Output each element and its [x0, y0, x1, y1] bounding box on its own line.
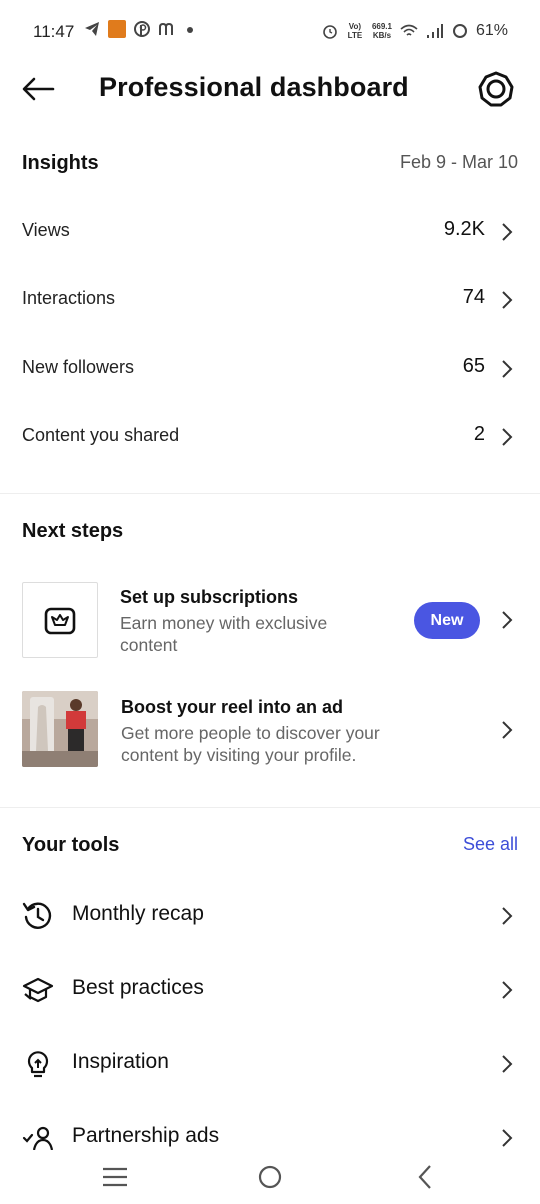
chevron-left-icon — [418, 1165, 431, 1189]
lightbulb-icon — [27, 1051, 49, 1078]
insight-label: Content you shared — [22, 425, 180, 445]
insight-row-views[interactable]: Views 9.2K — [0, 202, 540, 262]
chevron-right-icon — [502, 981, 513, 999]
settings-button[interactable] — [477, 70, 515, 108]
page-title: Professional dashboard — [99, 72, 409, 102]
crown-icon — [44, 607, 76, 635]
wifi-icon — [400, 24, 418, 36]
chevron-right-icon — [502, 428, 513, 446]
insight-value: 2 — [473, 423, 485, 445]
alarm-icon — [323, 25, 337, 39]
recent-apps-button[interactable] — [100, 1162, 130, 1192]
tool-label: Best practices — [72, 976, 204, 999]
history-icon — [22, 902, 52, 929]
dot-icon — [187, 27, 193, 33]
status-bar: 11:47 Vo) LTE 669.1 KB/s 61% — [0, 0, 540, 62]
chevron-right-icon — [502, 1129, 513, 1147]
network-speed: 669.1 KB/s — [372, 22, 392, 40]
mastodon-m-icon — [159, 22, 173, 35]
section-divider — [0, 493, 540, 494]
reel-thumbnail — [22, 691, 98, 767]
reel-thumbnail-image — [22, 691, 98, 767]
gear-icon — [478, 71, 514, 107]
date-range[interactable]: Feb 9 - Mar 10 — [400, 152, 518, 173]
notification-icons — [84, 20, 194, 38]
volte-indicator: Vo) LTE — [347, 22, 363, 40]
see-all-link[interactable]: See all — [463, 834, 518, 855]
insight-value: 65 — [462, 355, 485, 377]
section-divider — [0, 807, 540, 808]
tool-label: Inspiration — [72, 1050, 169, 1073]
app-notification-icon — [108, 20, 126, 38]
step-title: Boost your reel into an ad — [121, 697, 344, 717]
insight-value: 9.2K — [443, 218, 485, 240]
chevron-right-icon — [502, 360, 513, 378]
tool-best-practices[interactable]: Best practices — [0, 960, 540, 1020]
back-button[interactable] — [20, 74, 56, 104]
insight-row-content-shared[interactable]: Content you shared 2 — [0, 407, 540, 467]
chevron-right-icon — [502, 611, 513, 629]
circle-home-icon — [258, 1165, 282, 1189]
insight-label: Interactions — [22, 288, 116, 308]
insight-value: 74 — [462, 286, 485, 308]
network-speed-unit: KB/s — [372, 31, 392, 40]
step-description: Earn money with exclusive content — [120, 613, 328, 655]
system-navigation-bar — [0, 1150, 540, 1204]
insight-label: Views — [22, 220, 70, 240]
battery-ring-icon — [452, 24, 467, 38]
top-app-bar: Professional dashboard — [0, 62, 540, 118]
tool-label: Monthly recap — [72, 902, 204, 925]
step-title: Set up subscriptions — [120, 587, 299, 607]
your-tools-heading: Your tools — [22, 834, 120, 856]
tool-monthly-recap[interactable]: Monthly recap — [0, 886, 540, 946]
network-speed-value: 669.1 — [371, 22, 392, 31]
insight-row-new-followers[interactable]: New followers 65 — [0, 339, 540, 399]
chevron-right-icon — [502, 291, 513, 309]
step-description: Get more people to discover your content… — [121, 723, 380, 765]
chevron-right-icon — [502, 1055, 513, 1073]
graduation-cap-icon — [22, 977, 54, 1003]
menu-icon — [103, 1167, 127, 1187]
chevron-right-icon — [502, 721, 513, 739]
home-button[interactable] — [255, 1162, 285, 1192]
pinterest-icon — [134, 21, 150, 37]
new-badge: New — [414, 602, 480, 639]
chevron-right-icon — [502, 223, 513, 241]
signal-icon — [426, 24, 443, 38]
subscription-thumbnail — [22, 582, 98, 658]
system-icons: Vo) LTE 669.1 KB/s 61% — [322, 22, 508, 40]
insight-label: New followers — [22, 357, 135, 377]
battery-level: 61% — [475, 22, 508, 39]
insight-row-interactions[interactable]: Interactions 74 — [0, 270, 540, 330]
tool-label: Partnership ads — [72, 1124, 220, 1147]
arrow-left-icon — [22, 77, 55, 101]
back-nav-button[interactable] — [410, 1162, 440, 1192]
next-steps-heading: Next steps — [22, 520, 124, 542]
chevron-right-icon — [502, 907, 513, 925]
insights-heading: Insights — [22, 152, 99, 174]
status-time: 11:47 — [33, 22, 75, 41]
telegram-icon — [85, 22, 99, 36]
tool-inspiration[interactable]: Inspiration — [0, 1034, 540, 1094]
